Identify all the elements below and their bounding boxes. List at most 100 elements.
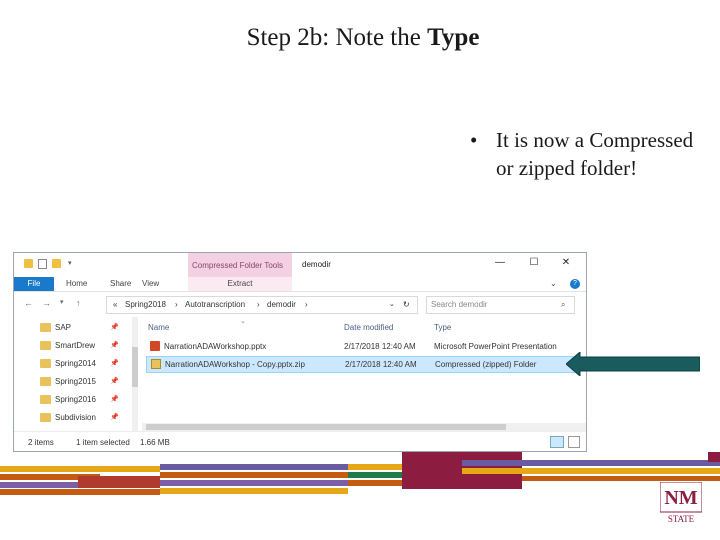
callout-arrow [566,352,700,376]
breadcrumb-spring2018[interactable]: Spring2018 [125,300,166,309]
pin-icon: 📌 [110,396,119,403]
column-header-type[interactable]: Type [434,323,451,332]
decorative-stripe [348,464,402,470]
decorative-stripe [348,472,402,478]
file-date: 2/17/2018 12:40 AM [345,360,417,369]
folder-icon [24,259,33,268]
decorative-stripe [522,476,720,481]
tab-extract[interactable]: Extract [188,277,292,291]
nav-item-spring2015[interactable]: Spring2015 📌 [40,375,120,389]
decorative-stripe [160,480,348,486]
status-selection: 1 item selected [76,438,130,447]
details-view-icon[interactable] [550,436,564,448]
nav-item-spring2016[interactable]: Spring2016 📌 [40,393,120,407]
chevron-icon: › [305,300,308,309]
nav-item-label: Spring2015 [55,377,96,386]
window-title: demodir [302,260,331,269]
minimize-icon[interactable]: — [488,256,512,270]
decorative-stripe [462,460,720,466]
file-name: NarrationADAWorkshop - Copy.pptx.zip [165,360,305,369]
navigation-bar: ← → ▾ ↑ « Spring2018 › Autotranscription… [14,291,586,318]
table-row[interactable]: NarrationADAWorkshop.pptx 2/17/2018 12:4… [146,339,574,354]
folder-icon [40,413,51,422]
large-icons-view-icon[interactable] [568,436,580,448]
up-arrow-icon[interactable]: ↑ [76,298,81,308]
decorative-stripe [0,482,78,488]
refresh-icon[interactable]: ↻ [403,300,410,309]
powerpoint-file-icon [150,341,160,351]
chevron-icon: › [175,300,178,309]
file-name: NarrationADAWorkshop.pptx [164,342,267,351]
close-icon[interactable]: ✕ [554,256,578,270]
logo-nm: NM [664,487,697,509]
table-row-selected[interactable]: NarrationADAWorkshop - Copy.pptx.zip 2/1… [146,356,576,373]
search-placeholder: Search demodir [431,300,488,309]
title-prefix: Step 2b: Note the [246,24,428,51]
nav-item-label: Spring2016 [55,395,96,404]
horizontal-scrollbar[interactable] [142,423,586,431]
sort-chevron-icon: ⌄ [240,318,246,325]
bullet-text: It is now a Compressed or zipped folder! [496,128,694,180]
file-explorer-window: ▾ demodir — ☐ ✕ Compressed Folder Tools … [13,252,587,452]
file-type: Microsoft PowerPoint Presentation [434,342,557,351]
context-tab-header-label: Compressed Folder Tools [192,261,284,270]
new-folder-icon[interactable] [52,259,61,268]
breadcrumb-overflow[interactable]: « [113,300,117,309]
tab-view[interactable]: View [142,277,159,291]
nav-item-subdivision[interactable]: Subdivision 📌 [40,411,120,425]
maximize-icon[interactable]: ☐ [522,256,546,270]
pin-icon: 📌 [110,360,119,367]
arrow-shape [566,352,700,376]
tab-home[interactable]: Home [66,277,87,291]
nav-item-smartdrew[interactable]: SmartDrew 📌 [40,339,120,353]
nav-item-label: Subdivision [55,413,96,422]
navigation-pane: SAP 📌 SmartDrew 📌 Spring2014 📌 Spring2015 📌 … [14,317,132,431]
pin-icon: 📌 [110,324,119,331]
folder-icon [40,359,51,368]
nav-scrollbar[interactable] [132,317,138,431]
column-header-name[interactable]: Name [148,323,169,332]
folder-icon [40,323,51,332]
horizontal-scrollbar-thumb[interactable] [146,424,506,430]
slide-title: Step 2b: Note the Type [0,24,720,52]
pin-icon: 📌 [110,414,119,421]
breadcrumb-autotranscription[interactable]: Autotranscription [185,300,245,309]
decorative-stripe [348,480,402,486]
nm-state-logo: NM STATE [660,482,702,524]
file-type: Compressed (zipped) Folder [435,360,537,369]
help-icon[interactable]: ? [570,279,580,289]
decorative-stripe [78,476,160,488]
folder-icon [40,377,51,386]
address-bar[interactable]: « Spring2018 › Autotranscription › demod… [106,296,418,314]
address-dropdown-icon[interactable]: ⌄ [389,300,395,308]
breadcrumb-demodir[interactable]: demodir [267,300,296,309]
search-input[interactable]: Search demodir ⌕ [426,296,575,314]
column-header-date[interactable]: Date modified [344,323,393,332]
title-type-word: Type [427,24,480,51]
nav-scrollbar-thumb[interactable] [132,347,138,387]
file-date: 2/17/2018 12:40 AM [344,342,416,351]
nav-item-label: Spring2014 [55,359,96,368]
status-item-count: 2 items [28,438,54,447]
decorative-stripe [0,489,160,495]
forward-arrow-icon[interactable]: → [42,298,51,308]
title-bar: ▾ demodir — ☐ ✕ [14,253,586,275]
nav-item-spring2014[interactable]: Spring2014 📌 [40,357,120,371]
nav-item-sap[interactable]: SAP 📌 [40,321,120,335]
folder-icon [40,395,51,404]
decorative-stripe [160,472,348,478]
back-arrow-icon[interactable]: ← [24,298,33,308]
decorative-stripe [462,468,720,474]
chevron-icon[interactable]: ⌄ [550,277,557,291]
pin-icon: 📌 [110,342,119,349]
zip-folder-icon [151,359,161,369]
status-size: 1.66 MB [140,438,170,447]
bullet-dot: • [470,128,478,152]
tab-share[interactable]: Share [110,277,131,291]
status-bar: 2 items 1 item selected 1.66 MB [14,431,586,451]
tab-file[interactable]: File [14,277,54,291]
properties-icon[interactable] [38,259,47,269]
pin-icon: 📌 [110,378,119,385]
chevron-icon[interactable]: ▾ [68,259,77,268]
recent-chevron-icon[interactable]: ▾ [60,298,64,306]
